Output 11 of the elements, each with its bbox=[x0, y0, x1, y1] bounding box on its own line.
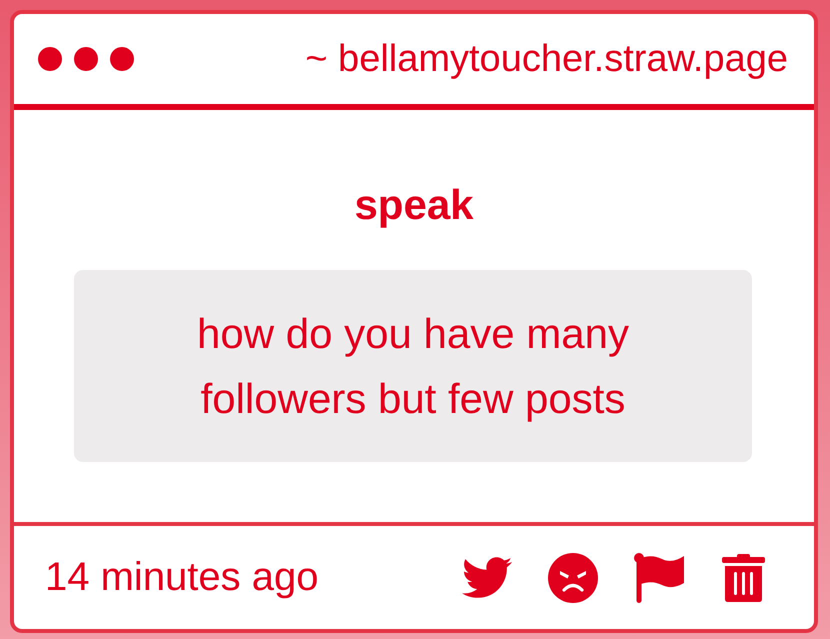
timestamp: 14 minutes ago bbox=[45, 555, 319, 600]
window-dot-icon bbox=[38, 47, 62, 71]
flag-icon[interactable] bbox=[634, 552, 686, 602]
page-url: ~ bellamytoucher.straw.page bbox=[305, 38, 788, 80]
trash-icon[interactable] bbox=[722, 554, 765, 602]
window-dot-icon bbox=[110, 47, 134, 71]
angry-face-icon[interactable] bbox=[548, 552, 598, 602]
message-text: how do you have many followers but few posts bbox=[196, 309, 630, 424]
bird-icon[interactable] bbox=[462, 557, 512, 598]
page-title: speak bbox=[354, 180, 474, 230]
window-dot-icon bbox=[74, 47, 98, 71]
